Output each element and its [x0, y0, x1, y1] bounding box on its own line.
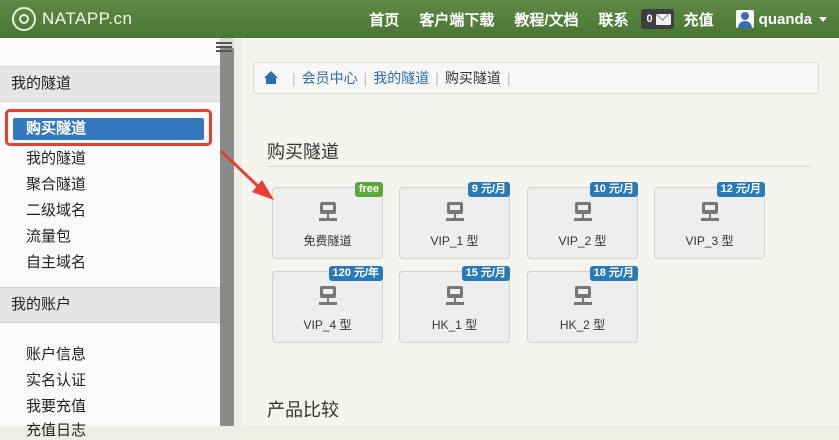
annotation-arrow-icon [220, 150, 274, 200]
